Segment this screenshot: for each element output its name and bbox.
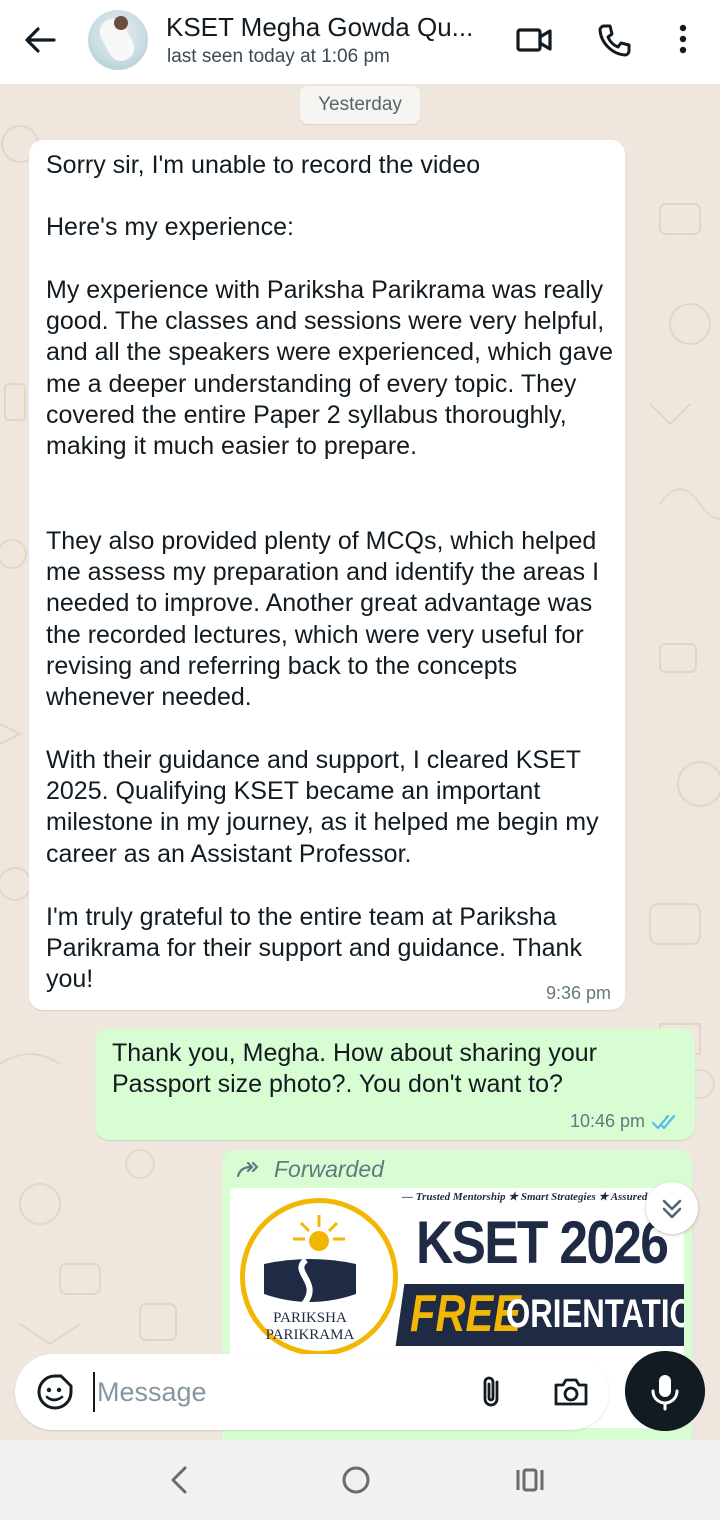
orientation-free-text: FREE (410, 1285, 521, 1343)
message-meta: 10:46 pm (570, 1111, 679, 1132)
logo-line-1: PARIKSHA (273, 1310, 347, 1326)
message-paragraph: My experience with Pariksha Parikrama wa… (46, 276, 614, 461)
banner-headline: KSET 2026 (416, 1209, 669, 1276)
read-ticks-icon (651, 1114, 676, 1129)
logo-line-2: PARIKRAMA (265, 1327, 355, 1343)
chat-header: KSET Megha Gowda Qu... last seen today a… (0, 0, 720, 84)
logo-road-icon (264, 1257, 356, 1306)
message-timestamp: 9:36 pm (545, 983, 611, 1003)
nav-back-icon[interactable] (158, 1458, 202, 1502)
more-options-icon[interactable] (662, 18, 706, 62)
contact-name[interactable]: KSET Megha Gowda Qu... (166, 12, 496, 43)
message-timestamp: 10:46 pm (569, 1111, 645, 1131)
message-input[interactable] (93, 1372, 453, 1412)
attach-icon[interactable] (471, 1372, 511, 1412)
message-paragraph: Here's my experience: (46, 213, 294, 241)
emoji-sticker-icon[interactable] (35, 1372, 75, 1412)
avatar-figure-head (114, 16, 128, 30)
camera-icon[interactable] (551, 1372, 591, 1412)
back-arrow-icon[interactable] (20, 20, 60, 60)
orientation-text: ORIENTATION (506, 1292, 684, 1336)
system-navigation-bar (0, 1440, 720, 1520)
date-divider: Yesterday (300, 86, 420, 124)
scroll-to-bottom-button[interactable] (646, 1182, 698, 1234)
nav-recents-icon[interactable] (508, 1458, 552, 1502)
forwarded-text: Forwarded (274, 1156, 384, 1182)
logo-text: PARIKSHA PARIKRAMA (260, 1310, 360, 1344)
message-paragraph: Sorry sir, I'm unable to record the vide… (46, 151, 481, 179)
forwarded-icon (236, 1161, 259, 1177)
contact-avatar[interactable] (88, 10, 148, 70)
outgoing-message[interactable]: Thank you, Megha. How about sharing your… (95, 1028, 695, 1140)
incoming-message[interactable]: Sorry sir, I'm unable to record the vide… (29, 140, 625, 1010)
video-call-icon[interactable] (512, 18, 556, 62)
message-paragraph: I'm truly grateful to the entire team at… (46, 903, 582, 994)
message-text: Thank you, Megha. How about sharing your… (112, 1039, 597, 1099)
voice-message-button[interactable] (625, 1351, 705, 1431)
chat-area[interactable]: Yesterday Sorry sir, I'm unable to recor… (0, 84, 720, 1440)
last-seen-status: last seen today at 1:06 pm (167, 46, 390, 67)
logo-sun-icon (293, 1215, 345, 1251)
voice-call-icon[interactable] (592, 18, 636, 62)
nav-home-icon[interactable] (334, 1458, 378, 1502)
message-paragraph: They also provided plenty of MCQs, which… (46, 527, 600, 712)
message-paragraph: With their guidance and support, I clear… (46, 746, 599, 868)
forwarded-label: Forwarded (236, 1156, 384, 1183)
message-composer (15, 1354, 609, 1430)
banner-tagline: — Trusted Mentorship ★ Smart Strategies … (402, 1191, 684, 1203)
